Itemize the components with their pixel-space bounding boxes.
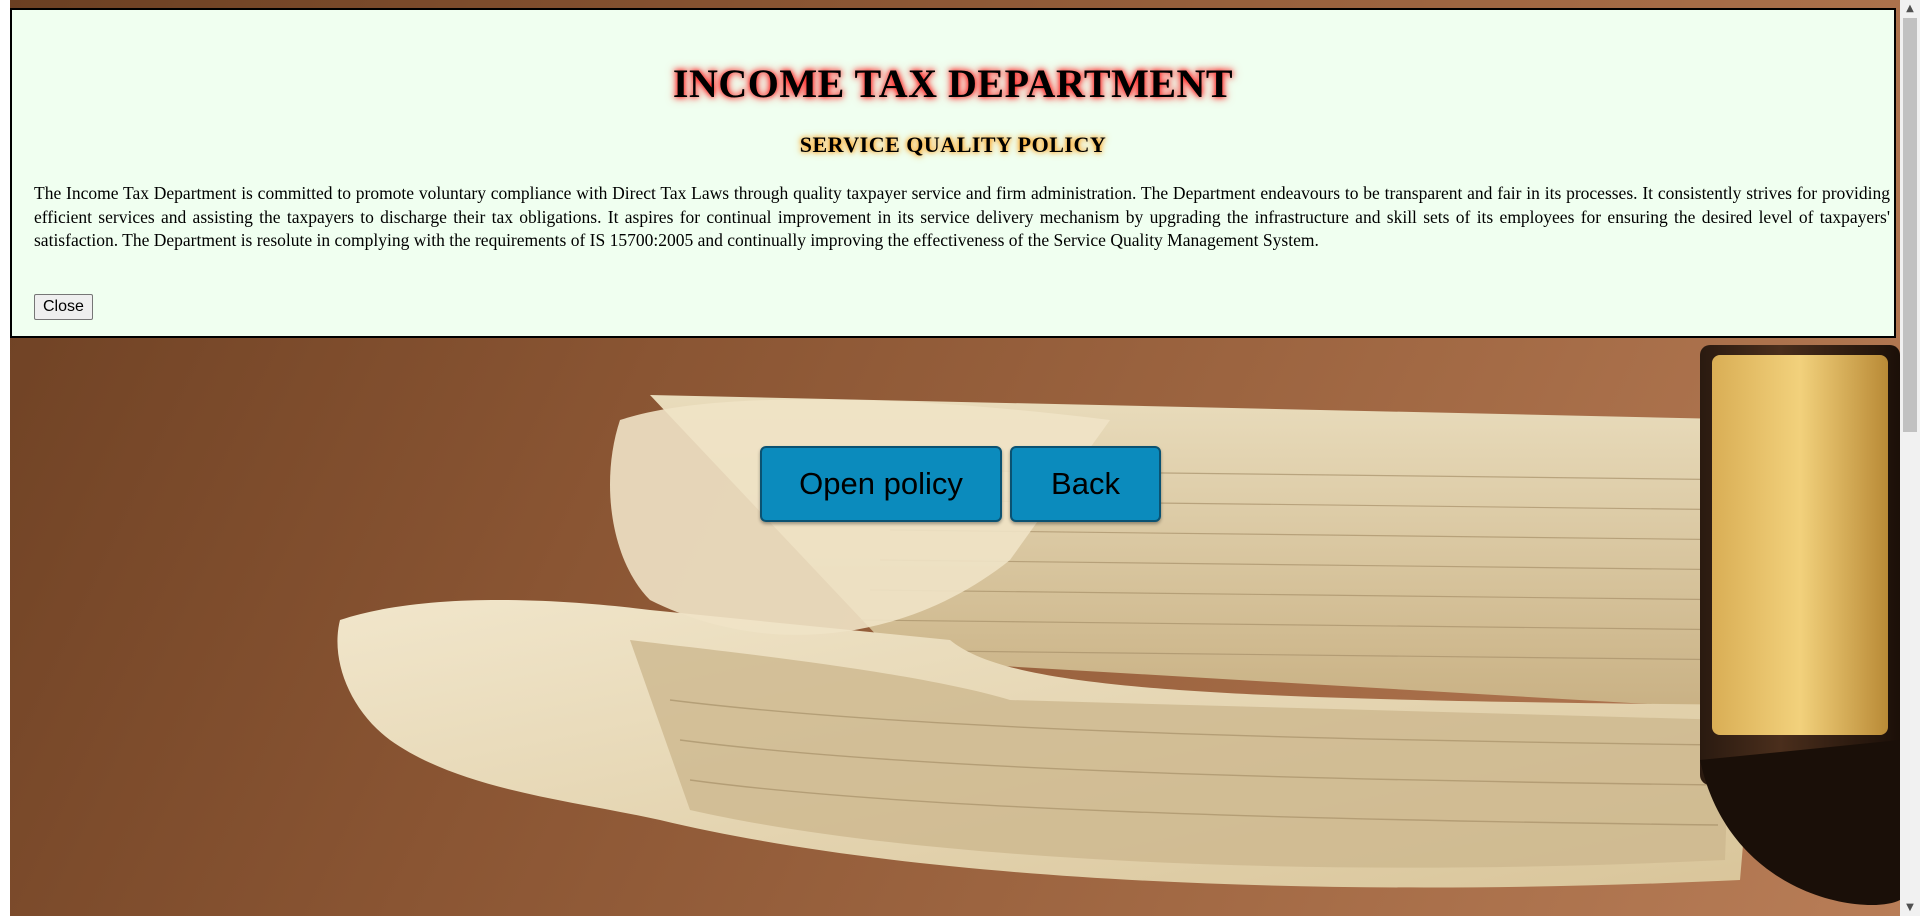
close-button[interactable]: Close <box>34 294 93 320</box>
page: INCOME TAX DEPARTMENT SERVICE QUALITY PO… <box>10 0 1900 916</box>
service-quality-policy-modal: INCOME TAX DEPARTMENT SERVICE QUALITY PO… <box>10 8 1896 338</box>
vertical-scrollbar[interactable]: ▲ ▼ <box>1900 0 1920 916</box>
action-buttons: Open policy Back <box>760 446 1161 522</box>
back-button[interactable]: Back <box>1010 446 1161 522</box>
policy-text: The Income Tax Department is committed t… <box>34 183 1890 250</box>
scroll-up-arrow-icon[interactable]: ▲ <box>1900 0 1920 17</box>
scrollbar-thumb[interactable] <box>1903 18 1917 432</box>
scroll-down-arrow-icon[interactable]: ▼ <box>1900 899 1920 916</box>
modal-title: INCOME TAX DEPARTMENT <box>672 61 1234 106</box>
open-policy-button[interactable]: Open policy <box>760 446 1002 522</box>
browser-viewport: INCOME TAX DEPARTMENT SERVICE QUALITY PO… <box>0 0 1920 916</box>
modal-subtitle: SERVICE QUALITY POLICY <box>799 132 1107 157</box>
